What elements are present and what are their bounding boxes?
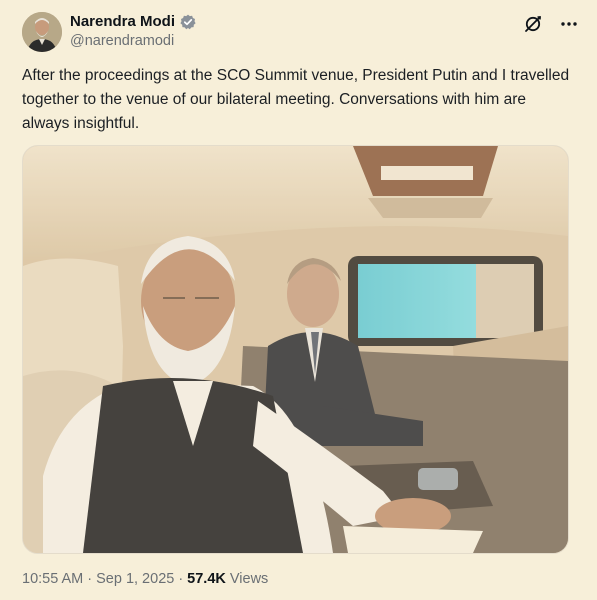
more-icon xyxy=(561,22,577,26)
author-name[interactable]: Narendra Modi xyxy=(70,13,175,30)
car-interior-photo xyxy=(23,146,568,553)
author-handle[interactable]: @narendramodi xyxy=(70,33,174,49)
views-label: Views xyxy=(229,571,269,587)
grok-button[interactable] xyxy=(522,13,544,35)
author-avatar[interactable] xyxy=(22,12,62,52)
meta-separator: · xyxy=(87,571,93,587)
grok-icon xyxy=(525,16,541,32)
post-card: Narendra Modi @narendramodi After the pr… xyxy=(0,0,597,600)
post-date[interactable]: Sep 1, 2025 xyxy=(96,571,174,587)
views-count[interactable]: 57.4K xyxy=(187,571,226,587)
post-media-photo[interactable] xyxy=(22,145,569,554)
post-text: After the proceedings at the SCO Summit … xyxy=(22,67,570,132)
post-meta: 10:55 AM · Sep 1, 2025 · 57.4K Views xyxy=(22,571,268,587)
post-time[interactable]: 10:55 AM xyxy=(22,571,83,587)
verified-badge-icon xyxy=(180,14,196,30)
author-name-row: Narendra Modi xyxy=(70,13,196,30)
user-avatar-icon xyxy=(22,12,62,52)
meta-separator: · xyxy=(178,571,184,587)
more-options-button[interactable] xyxy=(557,12,581,36)
